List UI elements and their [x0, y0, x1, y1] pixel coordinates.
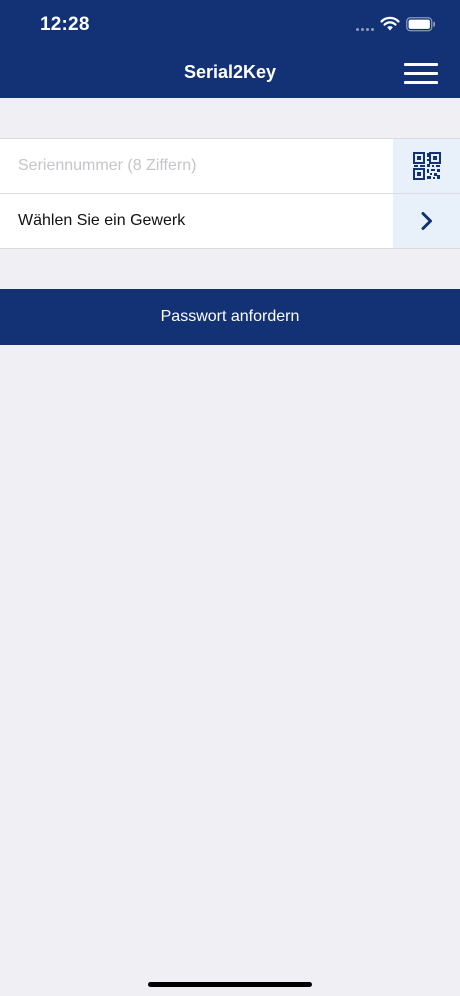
status-bar: 12:28	[0, 0, 460, 50]
trade-select-label: Wählen Sie ein Gewerk	[18, 212, 186, 229]
qr-code-icon	[412, 152, 441, 180]
form-group: Wählen Sie ein Gewerk	[0, 138, 460, 249]
battery-icon	[406, 17, 435, 32]
serial-number-input[interactable]	[18, 139, 388, 193]
navigation-bar: Serial2Key	[0, 50, 460, 98]
trade-select-row[interactable]: Wählen Sie ein Gewerk	[0, 193, 460, 248]
cellular-signal-icon	[356, 28, 374, 31]
trade-select-button[interactable]	[393, 194, 460, 248]
page-title: Serial2Key	[183, 62, 277, 82]
chevron-right-icon	[421, 212, 432, 230]
home-indicator[interactable]	[148, 982, 312, 987]
serial-number-row	[0, 139, 460, 193]
status-time: 12:28	[40, 14, 90, 35]
request-password-button[interactable]: Passwort anfordern	[0, 289, 460, 345]
wifi-icon	[380, 16, 400, 31]
qr-scan-button[interactable]	[393, 139, 460, 193]
hamburger-menu-icon[interactable]	[396, 56, 446, 92]
